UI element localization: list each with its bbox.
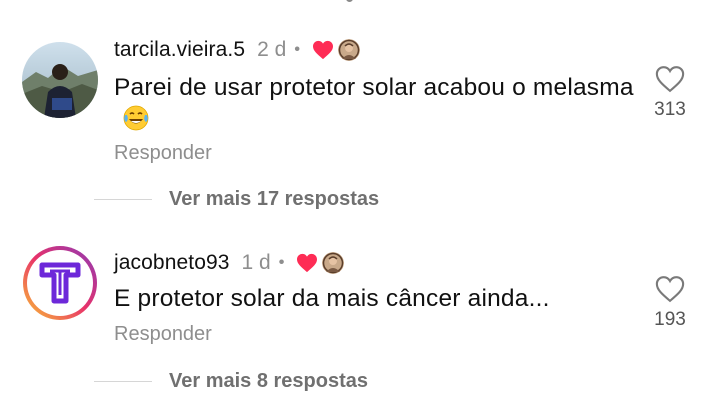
- like-button[interactable]: 193: [640, 275, 700, 331]
- view-more-replies[interactable]: Ver mais 8 respostas: [94, 370, 368, 393]
- reply-button[interactable]: Responder: [114, 323, 212, 346]
- crying-laughing-emoji: [122, 104, 150, 141]
- heart-outline-icon[interactable]: [640, 275, 700, 303]
- separator-dot: [346, 0, 353, 2]
- heart-filled-icon: [312, 40, 334, 60]
- like-count: 313: [654, 99, 686, 120]
- view-more-replies[interactable]: Ver mais 17 respostas: [94, 188, 379, 211]
- username[interactable]: jacobneto93: [114, 251, 230, 275]
- creator-avatar: [337, 39, 360, 61]
- heart-filled-icon: [296, 253, 318, 273]
- reply-button[interactable]: Responder: [114, 142, 212, 165]
- view-more-replies-label[interactable]: Ver mais 17 respostas: [169, 188, 379, 211]
- like-button[interactable]: 313: [640, 65, 700, 121]
- creator-avatar: [322, 252, 345, 274]
- comment-text: E protetor solar da mais câncer ainda...: [114, 285, 550, 312]
- username[interactable]: tarcila.vieira.5: [114, 38, 245, 62]
- avatar[interactable]: [22, 245, 98, 321]
- separator-dot: •: [278, 254, 285, 271]
- like-count: 193: [654, 309, 686, 330]
- separator-dot: •: [294, 41, 300, 58]
- divider: [94, 199, 152, 200]
- timestamp: 2 d: [257, 38, 287, 61]
- divider: [94, 381, 152, 382]
- avatar[interactable]: [22, 42, 98, 118]
- timestamp: 1 d: [241, 251, 271, 274]
- heart-outline-icon[interactable]: [640, 65, 700, 93]
- view-more-replies-label[interactable]: Ver mais 8 respostas: [169, 370, 368, 393]
- comment-text: Parei de usar protetor solar acabou o me…: [114, 72, 634, 141]
